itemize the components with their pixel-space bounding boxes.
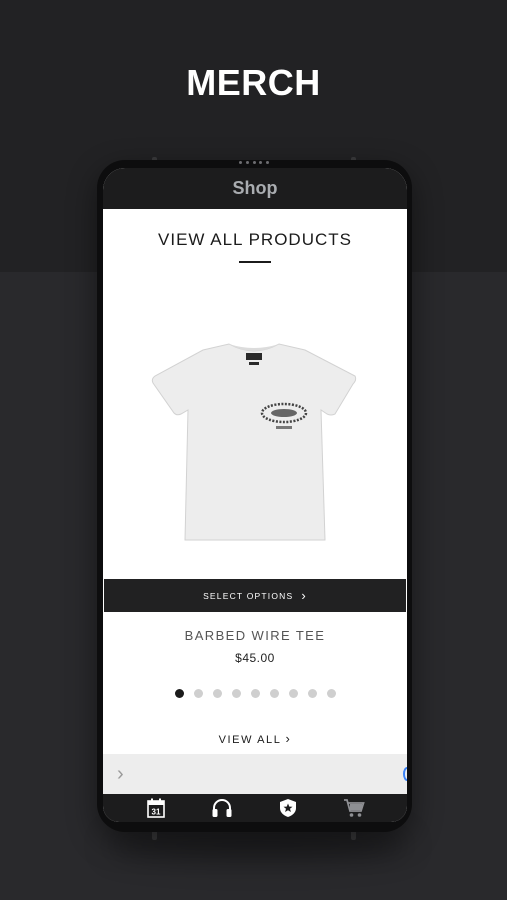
shield-star-icon bbox=[280, 799, 296, 817]
carousel-dot[interactable] bbox=[289, 689, 298, 698]
carousel-dot[interactable] bbox=[213, 689, 222, 698]
tab-shop[interactable] bbox=[342, 797, 366, 819]
carousel-pagination bbox=[175, 689, 336, 698]
carousel-dot[interactable] bbox=[232, 689, 241, 698]
app-title: Shop bbox=[232, 178, 278, 198]
chevron-right-icon: › bbox=[301, 588, 307, 603]
section-title[interactable]: VIEW ALL PRODUCTS bbox=[103, 230, 407, 250]
tab-calendar[interactable]: 31 bbox=[144, 797, 168, 819]
phone-speaker bbox=[239, 161, 269, 165]
tab-music[interactable] bbox=[210, 797, 234, 819]
section-title-underline bbox=[239, 261, 271, 263]
carousel-dot[interactable] bbox=[194, 689, 203, 698]
chevron-right-icon[interactable]: › bbox=[117, 763, 124, 786]
bottom-banner: › bbox=[103, 754, 407, 794]
tab-bar: 31 bbox=[103, 794, 407, 822]
carousel-dot[interactable] bbox=[175, 689, 184, 698]
view-all-link[interactable]: VIEW ALL › bbox=[103, 731, 407, 746]
product-image[interactable] bbox=[143, 336, 365, 544]
product-price: $45.00 bbox=[235, 651, 275, 665]
select-options-label: SELECT OPTIONS bbox=[203, 590, 294, 601]
tshirt-image bbox=[151, 343, 357, 541]
carousel-dot[interactable] bbox=[251, 689, 260, 698]
phone-screen: Shop VIEW ALL PRODUCTS SELECT OPTIONS › … bbox=[103, 168, 407, 822]
partial-circle-icon bbox=[403, 767, 407, 781]
chevron-right-icon: › bbox=[285, 731, 292, 746]
calendar-day: 31 bbox=[152, 808, 161, 817]
tab-badge[interactable] bbox=[276, 797, 300, 819]
carousel-dot[interactable] bbox=[270, 689, 279, 698]
product-name[interactable]: BARBED WIRE TEE bbox=[103, 628, 407, 643]
headphones-icon bbox=[212, 799, 232, 817]
cart-icon bbox=[344, 799, 365, 817]
carousel-dot[interactable] bbox=[327, 689, 336, 698]
select-options-button[interactable]: SELECT OPTIONS › bbox=[104, 579, 406, 612]
calendar-icon: 31 bbox=[147, 798, 165, 818]
app-bar: Shop bbox=[103, 168, 407, 209]
carousel-dot[interactable] bbox=[308, 689, 317, 698]
page-headline: MERCH bbox=[186, 62, 321, 103]
view-all-label: VIEW ALL bbox=[218, 734, 282, 746]
